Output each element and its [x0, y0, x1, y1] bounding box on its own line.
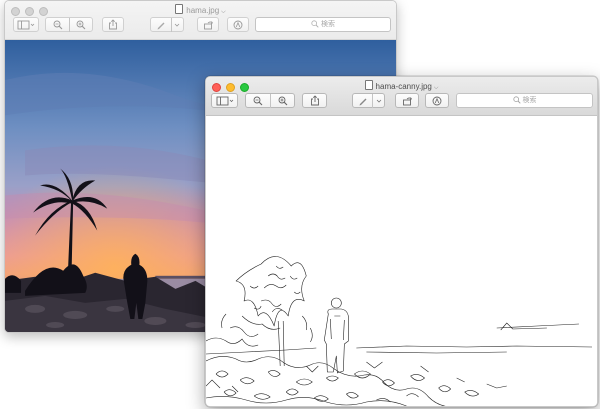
rotate-icon	[402, 97, 412, 106]
markup-button[interactable]	[352, 93, 385, 108]
window-title-text: hama.jpg	[186, 6, 220, 15]
sidebar-icon	[216, 96, 233, 106]
share-icon	[310, 95, 319, 106]
titlebar[interactable]: hama-canny.jpg ⌵ 検索	[206, 77, 597, 116]
zoom-controls	[45, 17, 93, 32]
share-icon	[109, 19, 117, 30]
chevron-down-icon[interactable]: ⌵	[221, 9, 226, 15]
zoom-out-button[interactable]	[46, 18, 69, 32]
document-icon	[364, 80, 373, 90]
sidebar-button[interactable]	[211, 93, 238, 108]
share-button[interactable]	[302, 93, 327, 108]
window-title: hama.jpg ⌵	[5, 4, 396, 16]
zoom-out-icon	[53, 20, 62, 30]
titlebar[interactable]: hama.jpg ⌵ 検索	[5, 1, 396, 40]
chevron-down-icon[interactable]: ⌵	[434, 85, 439, 91]
zoom-out-icon	[253, 96, 263, 106]
zoom-in-button[interactable]	[270, 94, 294, 108]
markup-pen[interactable]	[151, 18, 171, 32]
chevron-down-icon	[175, 23, 180, 27]
rotate-button[interactable]	[197, 17, 219, 32]
zoom-in-icon	[278, 96, 287, 106]
markup-button[interactable]	[150, 17, 184, 32]
markup-pen-icon	[359, 98, 367, 106]
toolbar: 検索	[9, 17, 392, 34]
markup-menu[interactable]	[372, 94, 384, 108]
sidebar-button[interactable]	[13, 17, 39, 32]
toolbar: 検索	[210, 93, 593, 110]
zoom-controls	[245, 93, 295, 108]
image-view[interactable]	[206, 116, 597, 406]
search-icon	[311, 20, 319, 28]
window-hama-canny[interactable]: hama-canny.jpg ⌵ 検索	[205, 76, 598, 407]
chevron-down-icon	[376, 99, 381, 103]
search-placeholder: 検索	[522, 97, 537, 104]
markup-menu[interactable]	[170, 18, 183, 32]
markup-pen-icon	[157, 22, 165, 30]
annotate-button[interactable]	[227, 17, 249, 32]
canny-edge-image	[206, 116, 597, 406]
search-icon	[512, 96, 521, 104]
rotate-button[interactable]	[395, 93, 419, 108]
zoom-in-button[interactable]	[69, 18, 92, 32]
rotate-icon	[203, 21, 213, 30]
share-button[interactable]	[102, 17, 124, 32]
markup-pen[interactable]	[353, 94, 372, 108]
window-title-text: hama-canny.jpg	[375, 82, 432, 91]
search-field[interactable]: 検索	[255, 17, 391, 32]
window-title: hama-canny.jpg ⌵	[206, 80, 597, 92]
annotate-icon	[432, 96, 442, 106]
zoom-out-button[interactable]	[246, 94, 270, 108]
search-field[interactable]: 検索	[456, 93, 593, 108]
annotate-button[interactable]	[425, 93, 449, 108]
sidebar-icon	[17, 20, 35, 30]
search-placeholder: 検索	[320, 21, 335, 28]
document-icon	[175, 4, 184, 14]
annotate-icon	[233, 20, 243, 30]
zoom-in-icon	[76, 20, 86, 30]
